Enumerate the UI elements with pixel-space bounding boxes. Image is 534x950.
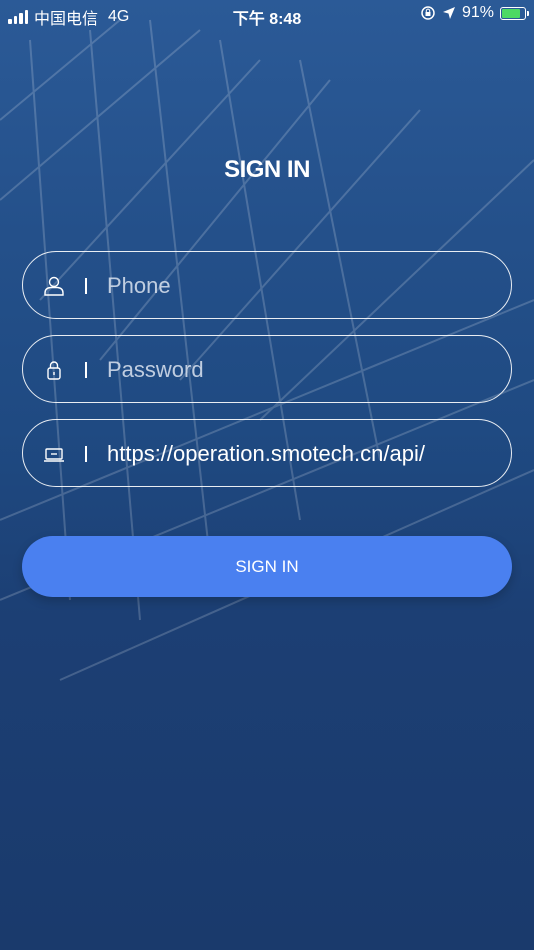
status-bar: 中国电信 4G 下午 8:48 91% (0, 0, 534, 30)
field-divider (85, 362, 87, 378)
lock-icon (47, 361, 61, 380)
password-input[interactable]: Password (107, 358, 204, 382)
battery-charging-icon (500, 6, 529, 20)
page-title: SIGN IN (224, 156, 310, 183)
server-url-input[interactable]: https://operation.smotech.cn/api/ (107, 442, 425, 466)
orientation-lock-icon (421, 6, 435, 20)
sign-in-button[interactable]: SIGN IN (22, 536, 512, 597)
battery-percent: 91% (461, 4, 494, 21)
server-url-field[interactable]: https://operation.smotech.cn/api/ (22, 419, 512, 487)
user-icon (44, 276, 64, 296)
field-divider (85, 446, 87, 462)
location-arrow-icon (442, 7, 455, 19)
laptop-icon (44, 448, 64, 462)
password-field[interactable]: Password (22, 335, 512, 403)
phone-input[interactable]: Phone (107, 274, 171, 298)
phone-field[interactable]: Phone (22, 251, 512, 319)
field-divider (85, 278, 87, 294)
